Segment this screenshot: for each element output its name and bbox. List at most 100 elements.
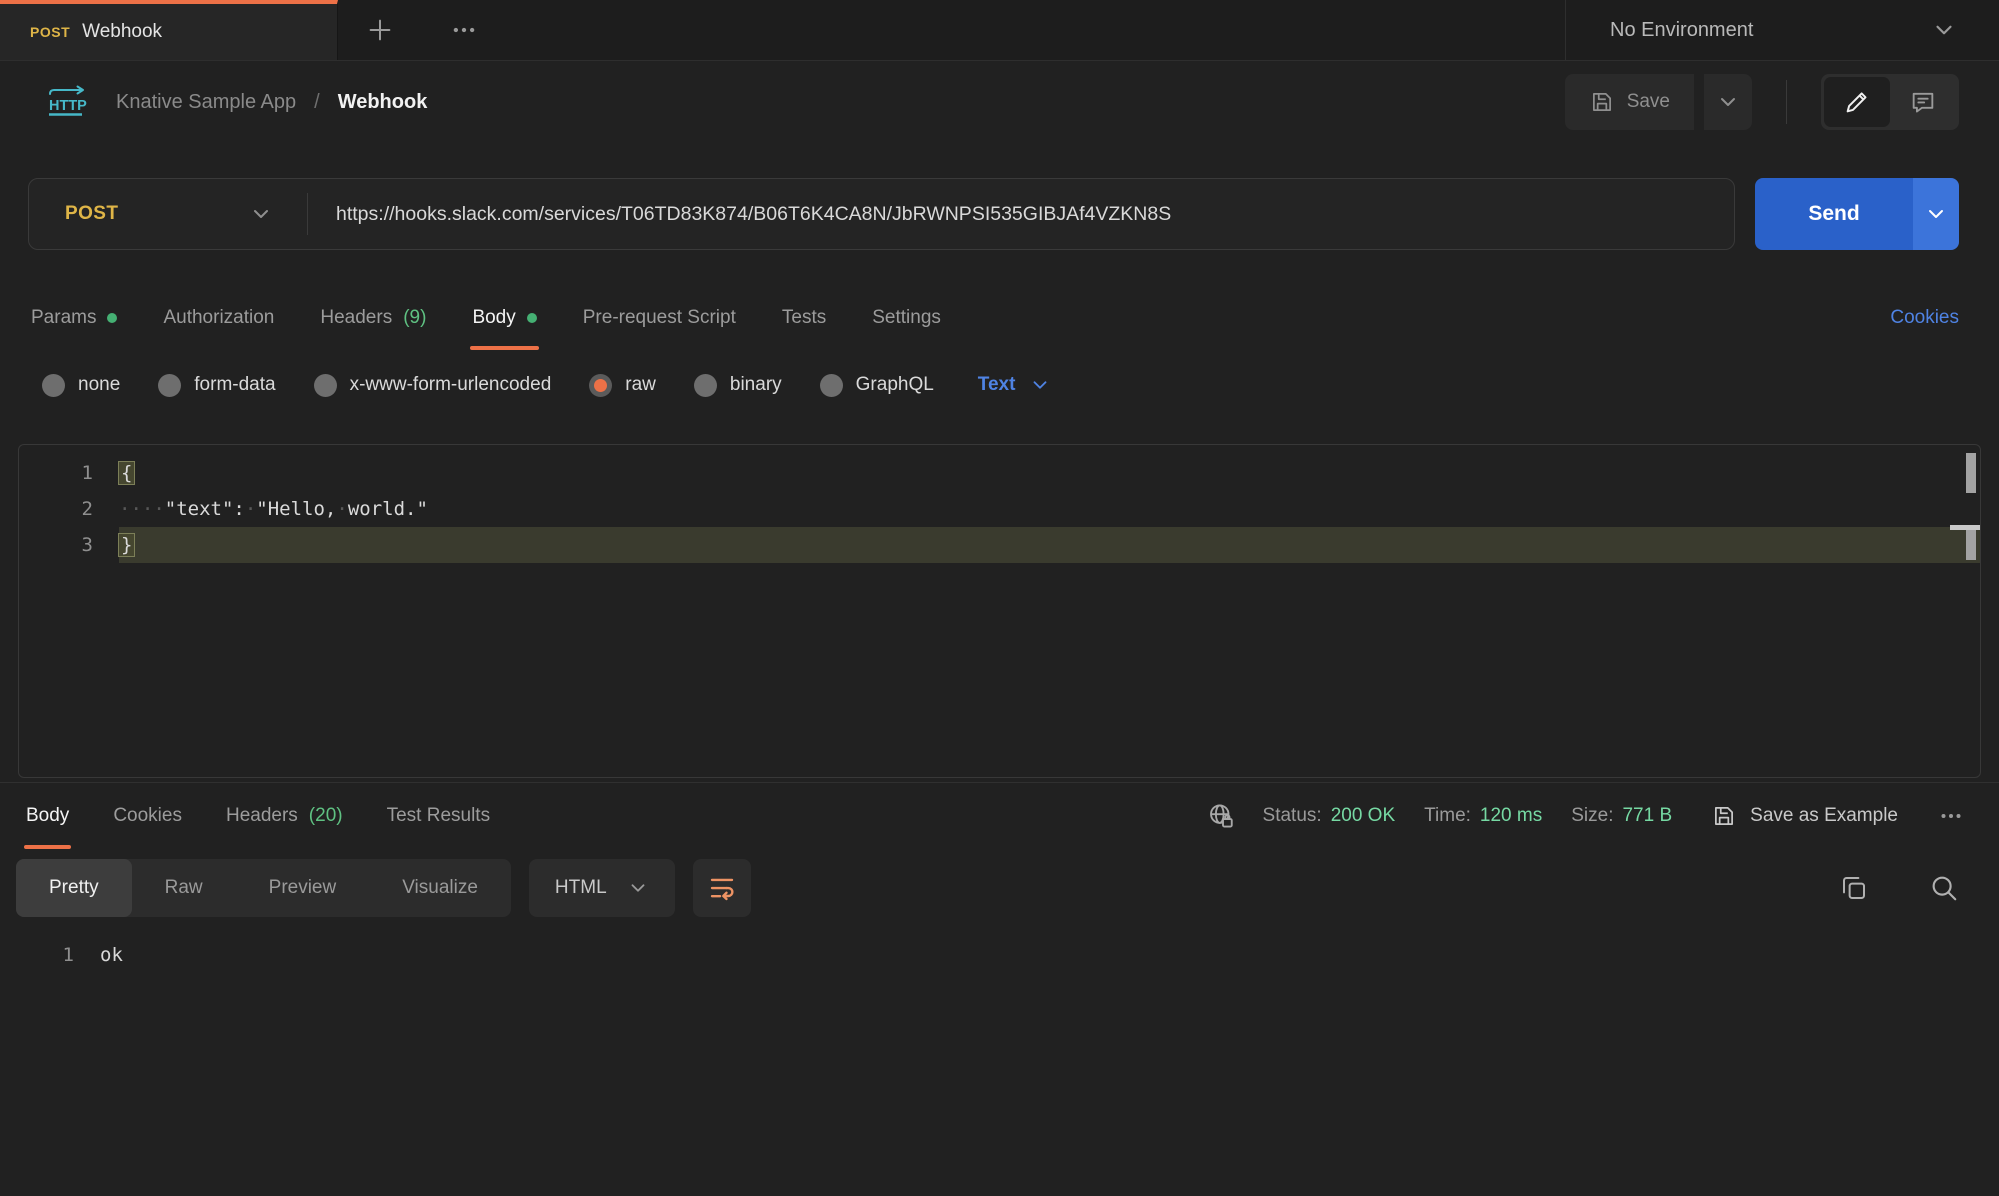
request-body-editor[interactable]: 1 { 2 ····"text":·"Hello,·world." 3 } [18,444,1981,778]
tab-options-button[interactable] [422,0,506,60]
body-type-row: none form-data x-www-form-urlencoded raw… [0,350,1999,420]
response-body-viewer[interactable]: 1 ok [0,927,1999,973]
view-preview[interactable]: Preview [236,859,370,917]
tab-settings[interactable]: Settings [872,285,941,350]
cookies-link[interactable]: Cookies [1890,285,1959,350]
more-icon [451,17,477,43]
tab-headers[interactable]: Headers (9) [320,285,426,350]
response-tab-cookies-label: Cookies [113,805,182,827]
tab-authorization-label: Authorization [163,307,274,329]
tab-bar: POST Webhook No Environment [0,0,1999,61]
save-options-button[interactable] [1704,74,1752,130]
body-type-graphql-label: GraphQL [856,374,934,396]
status-meta: Status: 200 OK [1263,805,1396,827]
headers-count-badge: (9) [403,307,426,329]
method-dropdown[interactable]: POST [29,202,307,226]
network-info-icon[interactable] [1206,801,1236,831]
copy-response-button[interactable] [1839,873,1869,903]
tab-title: Webhook [82,21,162,43]
editor-code: { [119,455,1980,491]
size-value: 771 B [1622,805,1672,827]
edit-request-button[interactable] [1824,77,1890,127]
send-options-button[interactable] [1913,178,1959,250]
radio-selected-icon [589,374,612,397]
save-icon [1711,803,1737,829]
json-key: "text": [165,498,245,520]
tab-body[interactable]: Body [472,285,536,350]
response-tab-headers[interactable]: Headers (20) [226,783,343,849]
view-raw[interactable]: Raw [132,859,236,917]
size-meta: Size: 771 B [1571,805,1672,827]
postman-window: POST Webhook No Environment Knative Samp… [0,0,1999,973]
chevron-down-icon [1931,17,1957,43]
matched-bracket: } [119,534,134,556]
search-response-button[interactable] [1929,873,1959,903]
send-button[interactable]: Send [1755,178,1913,250]
view-pretty[interactable]: Pretty [16,859,132,917]
breadcrumb-request-name[interactable]: Webhook [338,91,428,114]
editor-code: ····"text":·"Hello,·world." [119,491,1980,527]
response-section: Body Cookies Headers (20) Test Results S… [0,782,1999,973]
editor-current-line: 3 } [19,527,1980,563]
breadcrumb-collection[interactable]: Knative Sample App [116,91,296,114]
response-content: ok [100,937,1999,973]
response-format-dropdown[interactable]: HTML [529,859,675,917]
tab-params[interactable]: Params [31,285,117,350]
status-value: 200 OK [1331,805,1395,827]
response-tab-headers-label: Headers [226,805,298,827]
chevron-down-icon [1716,90,1740,114]
view-visualize[interactable]: Visualize [369,859,511,917]
body-type-binary[interactable]: binary [694,374,782,397]
chevron-down-icon [1924,202,1948,226]
time-label: Time: [1424,805,1471,827]
editor-line: 2 ····"text":·"Hello,·world." [19,491,1980,527]
comments-button[interactable] [1890,77,1956,127]
response-headers-count-badge: (20) [309,805,343,827]
header-divider [1786,80,1787,124]
tab-settings-label: Settings [872,307,941,329]
url-input[interactable] [308,203,1734,226]
tab-body-label: Body [472,307,515,329]
save-button[interactable]: Save [1565,74,1694,130]
body-type-urlencoded[interactable]: x-www-form-urlencoded [314,374,552,397]
line-number: 1 [19,455,119,491]
body-type-raw[interactable]: raw [589,374,656,397]
response-tab-body[interactable]: Body [26,783,69,849]
tab-authorization[interactable]: Authorization [163,285,274,350]
tab-pre-request-script-label: Pre-request Script [583,307,736,329]
body-type-form-data[interactable]: form-data [158,374,275,397]
request-tabs-list: Params Authorization Headers (9) Body Pr… [31,285,941,350]
chevron-down-icon [627,877,649,899]
response-format-label: HTML [555,877,607,899]
response-tabs: Body Cookies Headers (20) Test Results [26,783,490,849]
url-bar: POST [28,178,1735,250]
response-tab-cookies[interactable]: Cookies [113,783,182,849]
body-type-none[interactable]: none [42,374,120,397]
environment-selector[interactable]: No Environment [1565,0,1999,60]
request-tabs-spacer [941,285,1890,350]
whitespace-dots: ···· [119,498,165,520]
body-type-binary-label: binary [730,374,782,396]
editor-scrollbar-thumb[interactable] [1966,453,1976,493]
plus-icon [365,15,395,45]
body-type-form-data-label: form-data [194,374,275,396]
tab-pre-request-script[interactable]: Pre-request Script [583,285,736,350]
radio-icon [158,374,181,397]
overview-ruler-cursor-mark [1966,530,1976,560]
method-label: POST [65,203,118,225]
word-wrap-button[interactable] [693,859,751,917]
tab-tests[interactable]: Tests [782,285,826,350]
matched-bracket: { [119,462,134,484]
response-tab-test-results[interactable]: Test Results [387,783,490,849]
save-as-example-button[interactable]: Save as Example [1711,803,1898,829]
body-type-none-label: none [78,374,120,396]
raw-language-dropdown[interactable]: Text [978,374,1052,396]
response-options-button[interactable] [1939,804,1963,828]
request-tab-webhook[interactable]: POST Webhook [0,0,338,60]
pencil-icon [1843,88,1871,116]
new-tab-button[interactable] [338,0,422,60]
size-label: Size: [1571,805,1613,827]
save-button-label: Save [1627,91,1670,113]
body-type-graphql[interactable]: GraphQL [820,374,934,397]
save-icon [1589,89,1615,115]
